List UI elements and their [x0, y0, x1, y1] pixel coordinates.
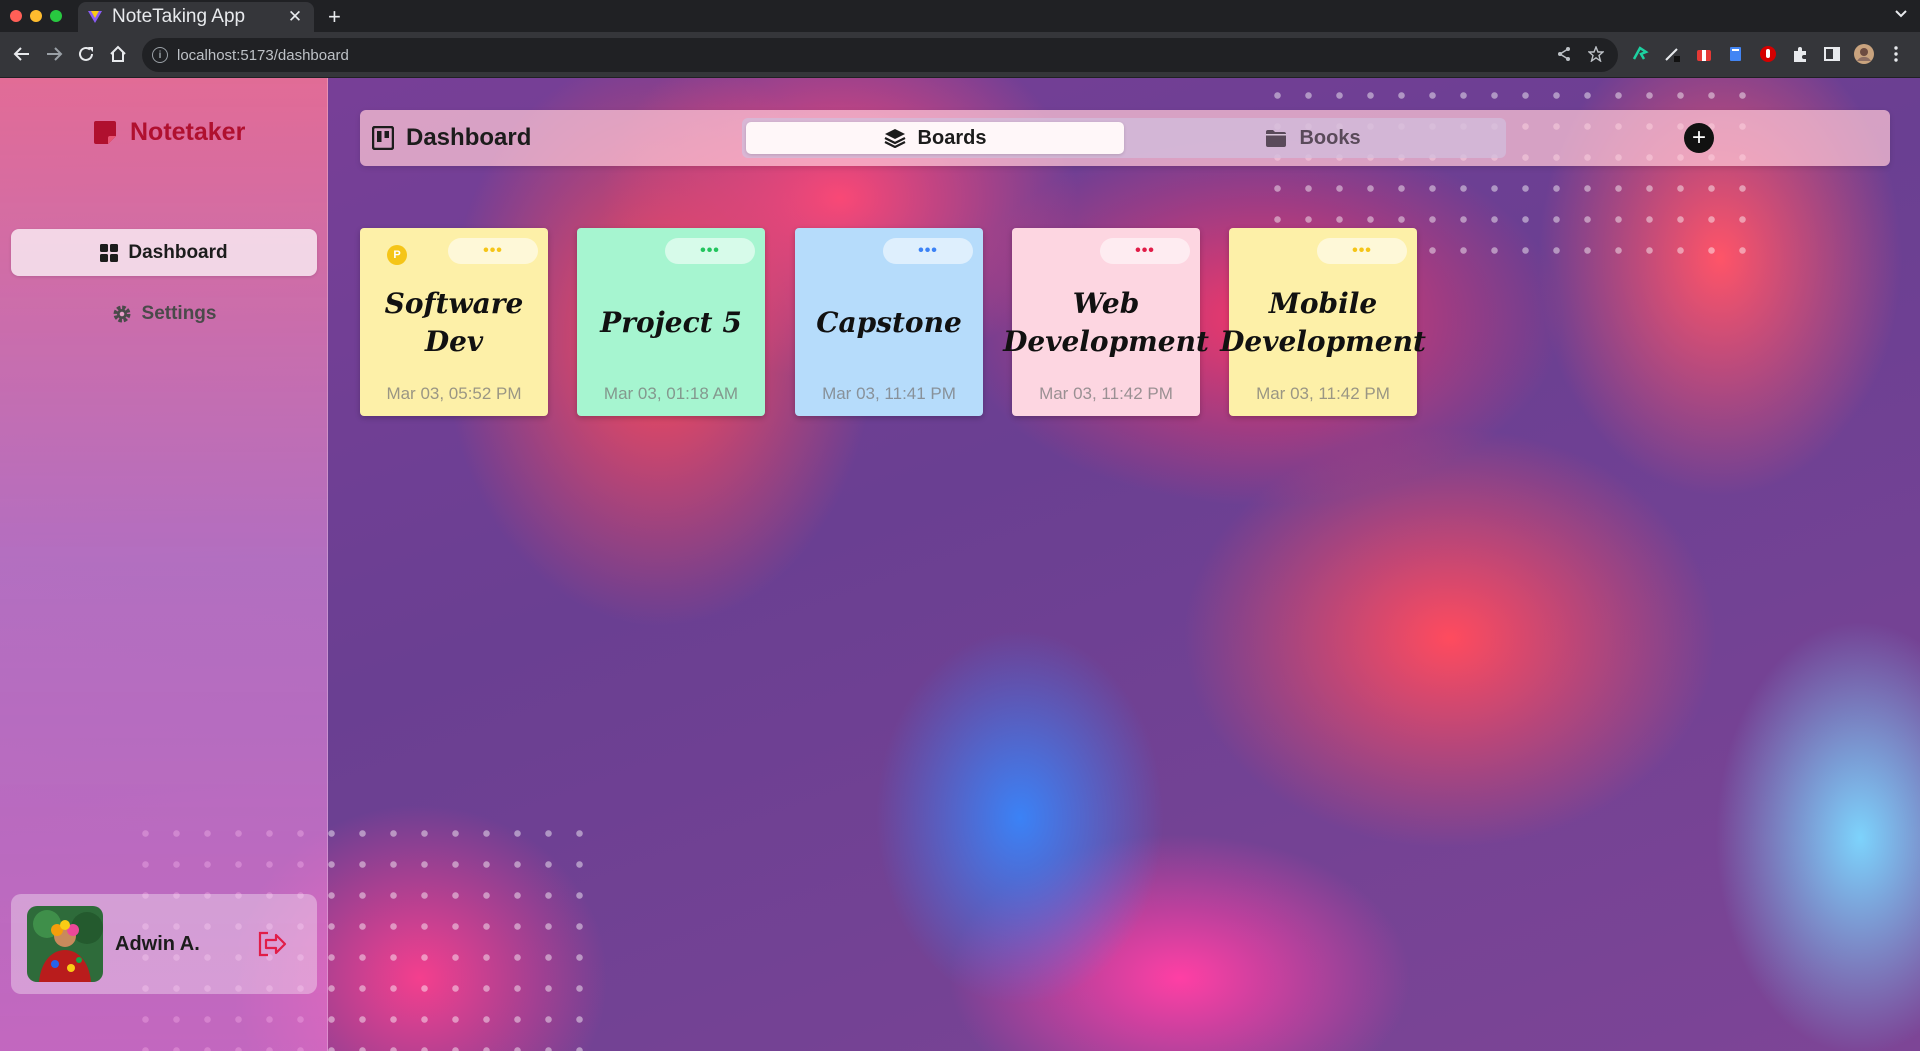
tab-books[interactable]: Books — [1124, 122, 1502, 154]
card-menu-button[interactable]: ••• — [665, 238, 755, 264]
board-title: Software Dev — [384, 287, 524, 358]
user-card: Adwin A. — [11, 894, 317, 994]
app-viewport: Notetaker Dashboard Settings Adwin A. Da… — [0, 78, 1920, 1051]
home-button[interactable] — [106, 42, 130, 66]
board-title: Capstone — [816, 306, 962, 340]
board-date: Mar 03, 11:42 PM — [1256, 384, 1390, 403]
browser-tab-strip: NoteTaking App ✕ + — [0, 0, 1920, 32]
board-card[interactable]: ••• Capstone Mar 03, 11:41 PM — [795, 228, 983, 416]
pinned-badge: P — [387, 245, 407, 265]
board-date: Mar 03, 05:52 PM — [386, 384, 522, 403]
brand[interactable]: Notetaker — [92, 118, 245, 147]
add-board-button[interactable]: + — [1684, 123, 1714, 153]
address-bar[interactable]: i localhost:5173/dashboard — [142, 38, 1618, 72]
sidebar-item-settings[interactable]: Settings — [11, 290, 317, 337]
extension-bird-icon[interactable] — [1630, 44, 1650, 64]
extension-gift-icon[interactable] — [1694, 44, 1714, 64]
tab-title: NoteTaking App — [112, 6, 246, 27]
tab-label: Books — [1299, 126, 1361, 149]
tab-search-chevron-icon[interactable] — [1894, 6, 1908, 20]
home-icon — [110, 45, 126, 62]
avatar[interactable] — [27, 906, 103, 982]
browser-toolbar: i localhost:5173/dashboard — [0, 32, 1920, 78]
bookmark-star-icon[interactable] — [1588, 46, 1604, 62]
back-button[interactable] — [10, 42, 34, 66]
grid-icon — [100, 243, 119, 262]
address-url: localhost:5173/dashboard — [177, 46, 349, 64]
minimize-window-button[interactable] — [30, 10, 42, 22]
logout-icon — [258, 931, 287, 957]
extension-hand-icon[interactable] — [1758, 44, 1778, 64]
sidebar-item-dashboard[interactable]: Dashboard — [11, 229, 317, 276]
browser-tab[interactable]: NoteTaking App ✕ — [78, 2, 314, 32]
extensions-puzzle-icon[interactable] — [1790, 44, 1810, 64]
tab-label: Boards — [917, 126, 987, 149]
card-menu-button[interactable]: ••• — [1100, 238, 1190, 264]
folder-icon — [1265, 129, 1287, 147]
maximize-window-button[interactable] — [50, 10, 62, 22]
board-card[interactable]: P ••• Software Dev Mar 03, 05:52 PM — [360, 228, 548, 416]
board-card[interactable]: ••• Mobile Development Mar 03, 11:42 PM — [1220, 228, 1426, 416]
card-menu-button[interactable]: ••• — [1317, 238, 1407, 264]
share-icon[interactable] — [1556, 46, 1572, 62]
board-title: Project 5 — [600, 306, 742, 340]
board-card[interactable]: ••• Project 5 Mar 03, 01:18 AM — [577, 228, 765, 416]
board-date: Mar 03, 01:18 AM — [603, 384, 739, 403]
board-card[interactable]: ••• Web Development Mar 03, 11:42 PM — [1003, 228, 1209, 416]
new-tab-button[interactable]: + — [328, 4, 341, 30]
sticky-note-logo-icon — [94, 120, 116, 144]
layers-icon — [884, 128, 906, 148]
forward-button[interactable] — [42, 42, 66, 66]
board-title: Mobile Development — [1220, 287, 1426, 358]
page-title: Dashboard — [406, 124, 532, 151]
extension-pen-icon[interactable] — [1662, 44, 1682, 64]
extension-doc-icon[interactable] — [1726, 44, 1746, 64]
board-date: Mar 03, 11:41 PM — [822, 384, 956, 403]
board-icon — [372, 126, 394, 150]
logout-button[interactable] — [257, 931, 287, 957]
browser-menu-icon[interactable] — [1886, 44, 1906, 64]
reload-button[interactable] — [74, 42, 98, 66]
brand-name: Notetaker — [130, 118, 246, 146]
page-title-group: Dashboard — [372, 124, 531, 152]
site-info-icon[interactable]: i — [152, 47, 168, 63]
close-tab-icon[interactable]: ✕ — [286, 7, 304, 27]
dashboard-header: Dashboard Boards Books + — [360, 110, 1890, 166]
close-window-button[interactable] — [10, 10, 22, 22]
sidebar-item-label: Dashboard — [128, 241, 228, 263]
card-menu-button[interactable]: ••• — [883, 238, 973, 264]
user-name: Adwin A. — [115, 932, 200, 955]
reload-icon — [79, 46, 93, 61]
board-title: Web Development — [1003, 287, 1209, 358]
profile-avatar-icon[interactable] — [1854, 44, 1874, 64]
card-menu-button[interactable]: ••• — [448, 238, 538, 264]
view-toggle: Boards Books — [742, 118, 1506, 158]
app-favicon-icon — [88, 11, 102, 23]
arrow-right-icon — [47, 47, 63, 61]
sidebar: Notetaker Dashboard Settings Adwin A. — [0, 78, 328, 1051]
board-date: Mar 03, 11:42 PM — [1039, 384, 1173, 403]
tab-boards[interactable]: Boards — [746, 122, 1124, 154]
side-panel-icon[interactable] — [1822, 44, 1842, 64]
arrow-left-icon — [13, 47, 29, 61]
sidebar-item-label: Settings — [141, 302, 217, 324]
gear-icon — [112, 304, 132, 324]
